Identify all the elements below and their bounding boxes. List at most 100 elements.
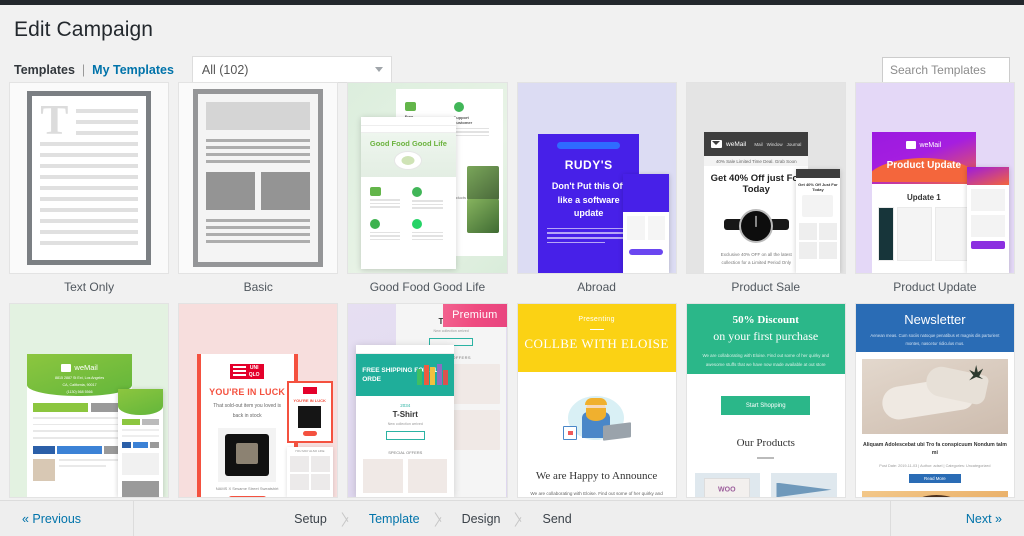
step-setup[interactable]: Setup xyxy=(292,512,329,526)
template-card[interactable]: Newsletter Aenean meas. Cum sociis natoq… xyxy=(854,303,1015,500)
product-update-mobile-preview xyxy=(966,166,1010,273)
newsletter-two-title2: on your first purchase xyxy=(713,329,819,343)
previous-button[interactable]: « Previous xyxy=(0,501,134,536)
abroad-mobile-preview xyxy=(623,174,670,273)
template-card[interactable]: Premium 2034 T-Shirt New collection arri… xyxy=(347,303,508,500)
step-design[interactable]: Design xyxy=(460,512,503,526)
template-name: Abroad xyxy=(577,280,616,294)
template-thumbnail[interactable]: YOU'RE IN LUCK That sold-out item you lo… xyxy=(178,303,339,498)
newsletter-one-body: We are collaborating with Eloise. Find o… xyxy=(530,491,663,496)
read-more-button[interactable]: Read More xyxy=(908,473,961,483)
product-update-logo: weMail xyxy=(919,142,942,150)
template-name: Good Food Good Life xyxy=(369,280,486,294)
newsletter-one-eyebrow: Presenting xyxy=(578,316,615,323)
sweatshirt-image xyxy=(218,428,277,483)
product-update-main-panel: weMail Product Update Update 1 xyxy=(871,132,977,273)
template-card[interactable]: RUDY'S Don't Put this Off like a softwar… xyxy=(516,82,677,303)
letter-t-icon: T xyxy=(40,97,69,144)
back-in-stock-mobile-preview: YOU'RE IN LUCK xyxy=(286,381,333,443)
template-card[interactable]: Presenting COLLBE WITH ELOISE We are Hap… xyxy=(516,303,677,500)
template-card[interactable]: YOU'RE IN LUCK That sold-out item you lo… xyxy=(178,303,339,500)
template-thumbnail[interactable]: weMail Mail Window Journal 40% Sale Limite… xyxy=(685,82,846,274)
newsletter-three-header: Newsletter Aenean meas. Cum sociis natoq… xyxy=(855,304,1014,352)
template-thumbnail[interactable] xyxy=(178,82,339,274)
product-sale-logo: weMail xyxy=(726,140,747,148)
newsletter-one-headline: We are Happy to Announce xyxy=(535,470,658,482)
search-input[interactable] xyxy=(882,56,1010,83)
template-category-select[interactable]: All (102) xyxy=(191,56,392,83)
edit-campaign-screen: Edit Campaign Templates | My Templates A… xyxy=(0,0,1024,536)
payment-receipt-mobile-preview xyxy=(117,388,164,497)
great-product-shop-button[interactable] xyxy=(385,430,425,440)
template-thumbnail[interactable]: weMail Product Update Update 1 xyxy=(854,82,1015,274)
template-source-links: Templates | My Templates xyxy=(14,63,174,77)
good-food-title: Good Food Good Life xyxy=(369,139,447,149)
template-card[interactable]: T Text Only xyxy=(9,82,170,303)
uniqlo-logo xyxy=(230,364,265,380)
sneakers-image xyxy=(861,359,1008,434)
links-separator: | xyxy=(81,62,86,77)
newsletter-three-sub: Aenean meas. Cum sociis natoque penatibu… xyxy=(870,333,1000,347)
template-card[interactable]: weMail 8815 2887 St Ext, Los Angeles CA, … xyxy=(9,303,170,500)
template-thumbnail[interactable]: RUDY'S Don't Put this Off like a softwar… xyxy=(516,82,677,274)
step-send[interactable]: Send xyxy=(540,512,573,526)
template-card[interactable]: Basic xyxy=(178,82,339,303)
newsletter-two-sub: We are collaborating with Eloise. Find o… xyxy=(702,353,830,368)
newsletter-one-header: Presenting COLLBE WITH ELOISE xyxy=(517,304,676,372)
page-title: Edit Campaign xyxy=(14,18,154,41)
great-product-eyebrow-2: 2034 xyxy=(400,402,411,408)
product-update-headline: Product Update xyxy=(886,160,962,172)
template-name: Product Sale xyxy=(731,280,801,294)
chevron-right-icon xyxy=(512,508,530,530)
newsletter-one-title: COLLBE WITH ELOISE xyxy=(524,336,669,351)
back-in-stock-products-grid: YOU MAY ALSO LIKE xyxy=(286,446,333,497)
chevron-down-icon xyxy=(374,67,383,72)
template-thumbnail[interactable]: weMail 8815 2887 St Ext, Los Angeles CA, … xyxy=(9,303,170,498)
back-in-stock-main-panel: YOU'RE IN LUCK That sold-out item you lo… xyxy=(196,354,298,497)
start-shopping-button[interactable]: Start Shopping xyxy=(721,396,811,415)
wemail-envelope-icon xyxy=(61,364,72,373)
template-name: Product Update xyxy=(893,280,977,294)
next-button[interactable]: Next » xyxy=(890,501,1024,536)
newsletter-three-meta: Post Date: 2019-11-03 | Author: adsel | … xyxy=(879,463,991,468)
template-card[interactable]: weMail Product Update Update 1 Product U… xyxy=(854,82,1015,303)
wizard-footer: « Previous Setup Template Design Send Ne… xyxy=(0,500,1024,536)
template-thumbnail[interactable]: Newsletter Aenean meas. Cum sociis natoq… xyxy=(854,303,1015,498)
template-category-value: All (102) xyxy=(201,62,249,77)
premium-badge: Premium xyxy=(443,304,507,327)
wizard-steps: Setup Template Design Send xyxy=(292,508,574,530)
product-sale-strip: 40% Sale Limited Time Deal. Grab Soon xyxy=(704,156,809,167)
template-card[interactable]: Free Shipping Support Customer Contact W… xyxy=(347,82,508,303)
product-update-section: Update 1 xyxy=(906,193,941,203)
newsletter-two-products xyxy=(687,459,845,497)
template-card[interactable]: 50% Discount on your first purchase We a… xyxy=(685,303,846,500)
step-template[interactable]: Template xyxy=(367,512,422,526)
good-food-feature-2: Support Customer xyxy=(453,114,473,125)
template-card[interactable]: weMail Mail Window Journal 40% Sale Limite… xyxy=(685,82,846,303)
great-product-subtitle-2: New collection arrived xyxy=(387,421,423,426)
wemail-envelope-icon xyxy=(906,141,917,150)
text-only-art: T xyxy=(27,90,151,266)
watch-image xyxy=(718,201,795,245)
abroad-brand: RUDY'S xyxy=(564,158,613,173)
pennant-product-image xyxy=(776,482,832,497)
template-thumbnail[interactable]: T xyxy=(9,82,170,274)
great-product-title-2: T-Shirt xyxy=(392,409,418,419)
newsletter-three-title: Newsletter xyxy=(904,312,966,327)
my-templates-tab[interactable]: My Templates xyxy=(92,63,174,77)
back-in-stock-caption: NAMS X Sesame Street Sweatshirt xyxy=(215,486,279,492)
newsletter-two-title1: 50% Discount xyxy=(732,314,799,326)
good-food-front-panel: Good Food Good Life xyxy=(360,117,456,270)
great-product-front-panel: FREE SHIPPING FOR ALL ORDE 2034 T-Shirt … xyxy=(356,344,455,497)
product-sale-main-panel: weMail Mail Window Journal 40% Sale Limite… xyxy=(704,132,809,273)
newsletter-two-section: Our Products xyxy=(736,437,795,449)
template-thumbnail[interactable]: Presenting COLLBE WITH ELOISE We are Hap… xyxy=(516,303,677,498)
template-thumbnail[interactable]: Free Shipping Support Customer Contact W… xyxy=(347,82,508,274)
abroad-pill xyxy=(557,142,621,150)
product-sale-mobile-preview: Get 40% Off Just For Today xyxy=(795,168,841,273)
templates-tab[interactable]: Templates xyxy=(14,63,75,77)
template-name: Basic xyxy=(243,280,273,294)
newsletter-three-headline: Aliquam Adolescebat ubi Tro fa conspicuu… xyxy=(862,442,1007,456)
template-thumbnail[interactable]: Premium 2034 T-Shirt New collection arri… xyxy=(347,303,508,498)
template-thumbnail[interactable]: 50% Discount on your first purchase We a… xyxy=(685,303,846,498)
